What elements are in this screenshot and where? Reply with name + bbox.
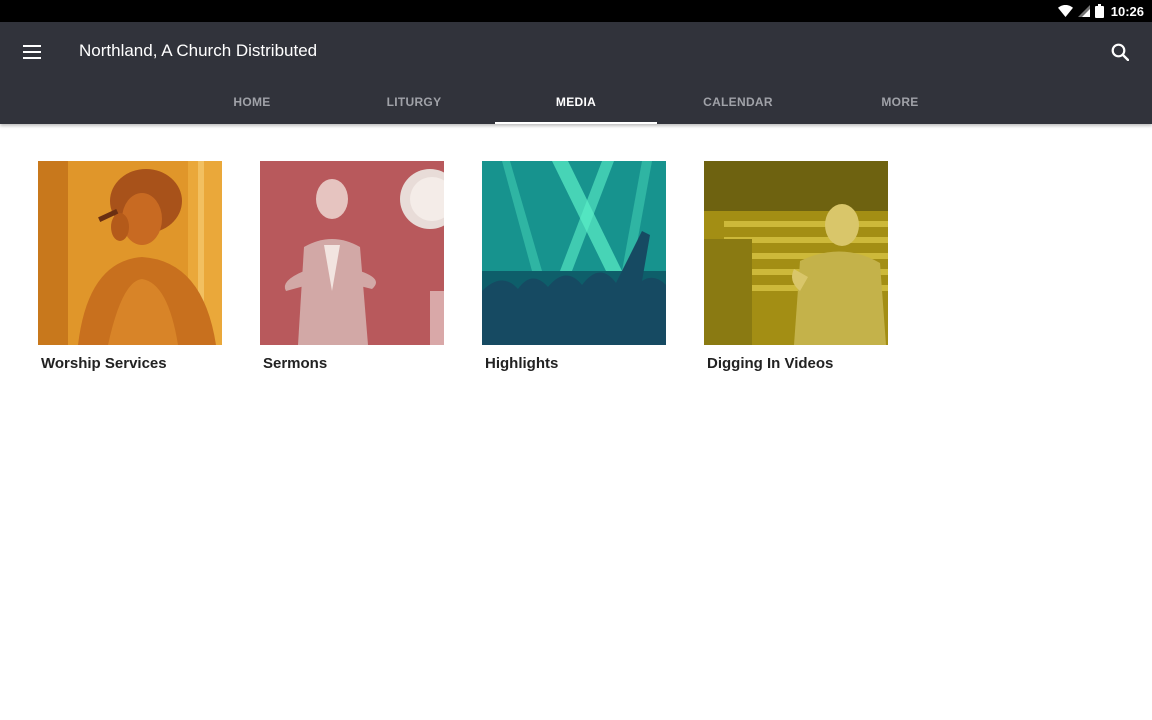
tab-media[interactable]: MEDIA: [495, 80, 657, 124]
tab-label: CALENDAR: [703, 95, 773, 109]
media-thumbnail: [704, 161, 888, 345]
media-grid: Worship Services Sermons Highlights Digg…: [38, 161, 888, 372]
cell-signal-icon: [1077, 5, 1090, 17]
search-button[interactable]: [1102, 34, 1138, 70]
media-thumbnail: [38, 161, 222, 345]
tab-bar: HOME LITURGY MEDIA CALENDAR MORE: [171, 80, 981, 124]
media-card-label: Sermons: [263, 355, 328, 372]
concert-lights-image: [482, 161, 666, 345]
menu-button[interactable]: [14, 34, 50, 70]
sermon-speaker-image: [260, 161, 444, 345]
tab-label: LITURGY: [386, 95, 442, 109]
media-card-sermons[interactable]: Sermons: [260, 161, 444, 372]
media-card-label: Worship Services: [41, 355, 167, 372]
digging-in-speaker-image: [704, 161, 888, 345]
worship-singer-image: [38, 161, 222, 345]
status-bar: 10:26: [0, 0, 1152, 22]
media-card-label: Highlights: [485, 355, 559, 372]
tab-calendar[interactable]: CALENDAR: [657, 80, 819, 124]
tab-label: MEDIA: [555, 95, 597, 109]
tab-label: HOME: [233, 95, 271, 109]
media-card-worship-services[interactable]: Worship Services: [38, 161, 222, 372]
tab-more[interactable]: MORE: [819, 80, 981, 124]
search-icon: [1111, 43, 1129, 61]
tab-liturgy[interactable]: LITURGY: [333, 80, 495, 124]
battery-icon: [1094, 4, 1104, 18]
media-card-highlights[interactable]: Highlights: [482, 161, 666, 372]
tab-home[interactable]: HOME: [171, 80, 333, 124]
media-thumbnail: [260, 161, 444, 345]
status-time: 10:26: [1110, 3, 1144, 19]
app-bar: Northland, A Church Distributed HOME LIT…: [0, 22, 1152, 124]
app-title: Northland, A Church Distributed: [79, 41, 318, 60]
media-card-label: Digging In Videos: [707, 355, 834, 372]
media-card-digging-in-videos[interactable]: Digging In Videos: [704, 161, 888, 372]
wifi-icon: [1057, 5, 1073, 17]
media-thumbnail: [482, 161, 666, 345]
tab-label: MORE: [881, 95, 919, 109]
hamburger-menu-icon: [23, 45, 41, 59]
